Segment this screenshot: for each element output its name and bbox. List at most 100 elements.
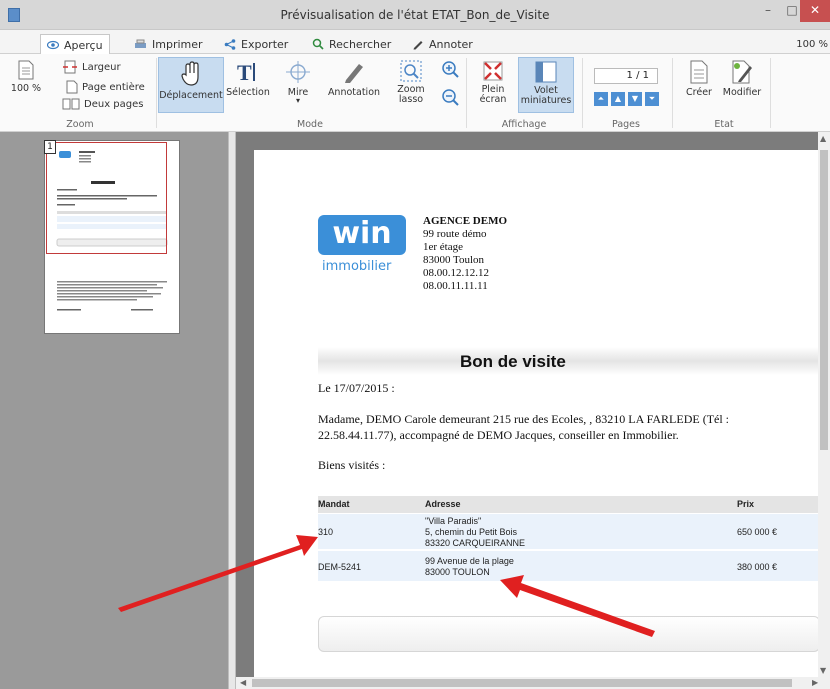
agency-line: 08.00.11.11.11	[423, 280, 488, 292]
page-entiere-button[interactable]: Page entière	[66, 80, 145, 94]
agency-logo: win immobilier	[318, 215, 408, 288]
eye-icon	[47, 40, 59, 50]
tab-apercu[interactable]: Aperçu	[40, 34, 110, 55]
window-title: Prévisualisation de l'état ETAT_Bon_de_V…	[280, 8, 550, 22]
cell-prix: 380 000 €	[737, 562, 778, 572]
zoom-level-label: 100 %	[796, 39, 828, 50]
column-header-adresse: Adresse	[425, 499, 461, 509]
logo-subtext: immobilier	[322, 259, 392, 274]
first-page-icon[interactable]: ⏶	[594, 92, 608, 106]
page-counter-field[interactable]: 1 / 1	[594, 68, 658, 84]
group-label-pages: Pages	[612, 119, 640, 130]
volet-miniatures-button[interactable]: Volet miniatures	[518, 57, 574, 113]
zoom-lasso-button[interactable]: Zoom lasso	[394, 60, 428, 105]
panel-icon	[535, 61, 557, 83]
fullscreen-icon	[483, 61, 503, 81]
search-icon	[312, 38, 324, 50]
title-band	[318, 347, 820, 375]
tab-exporter[interactable]: Exporter	[218, 34, 294, 54]
title-bar: Prévisualisation de l'état ETAT_Bon_de_V…	[0, 0, 830, 30]
cell-mandat: 310	[318, 527, 334, 537]
visible-area-frame	[46, 142, 167, 254]
paragraph-line-2: 22.58.44.11.77), accompagné de DEMO Jacq…	[318, 428, 679, 442]
group-label-zoom: Zoom	[66, 119, 94, 130]
tab-rechercher[interactable]: Rechercher	[306, 34, 397, 54]
logo-text: win	[332, 216, 392, 251]
printer-icon	[135, 39, 146, 48]
agency-address: AGENCE DEMO 99 route démo 1er étage 8300…	[423, 215, 507, 293]
pencil-icon	[345, 64, 363, 83]
svg-text:T: T	[237, 60, 252, 84]
zoom-out-icon	[442, 89, 459, 106]
cell-adresse-line: 99 Avenue de la plage	[425, 556, 514, 566]
fit-width-icon	[63, 60, 77, 74]
agency-line: 08.00.12.12.12	[423, 267, 489, 279]
pane-splitter[interactable]	[228, 132, 236, 689]
last-page-icon[interactable]: ⏷	[645, 92, 659, 106]
footer-box	[318, 616, 820, 652]
agency-line: 99 route démo	[423, 228, 487, 240]
edit-document-icon	[732, 60, 752, 84]
vertical-scrollbar-thumb[interactable]	[820, 150, 828, 450]
group-label-affichage: Affichage	[501, 119, 547, 130]
ribbon-separator	[466, 58, 467, 128]
two-pages-icon	[62, 98, 80, 110]
ribbon-separator	[672, 58, 673, 128]
close-button[interactable]: ✕	[800, 0, 830, 22]
cell-mandat: DEM-5241	[318, 562, 362, 572]
zoom-lasso-icon	[400, 60, 422, 82]
scroll-down-icon[interactable]: ▼	[820, 666, 826, 675]
date-line: Le 17/07/2015 :	[318, 381, 395, 395]
deplacement-button[interactable]: Déplacement	[158, 57, 224, 113]
pen-icon	[413, 41, 423, 50]
ribbon-tabs: Aperçu Imprimer Exporter Rechercher Anno…	[0, 30, 830, 55]
zoom-out-button[interactable]	[440, 88, 460, 109]
column-header-prix: Prix	[737, 499, 755, 509]
mire-button[interactable]: Mire ▾	[278, 60, 318, 105]
thumbnail-page-number: 1	[44, 140, 56, 154]
group-label-etat: Etat	[714, 119, 734, 130]
cell-adresse-line: 83000 TOULON	[425, 567, 490, 577]
annotation-button[interactable]: Annotation	[326, 60, 382, 98]
paragraph-line-1: Madame, DEMO Carole demeurant 215 rue de…	[318, 412, 730, 426]
ribbon-separator	[582, 58, 583, 128]
page-icon	[18, 60, 34, 80]
cell-adresse-line: 5, chemin du Petit Bois	[425, 527, 518, 537]
column-header-mandat: Mandat	[318, 499, 350, 509]
tab-annoter[interactable]: Annoter	[406, 34, 479, 54]
tab-label: Rechercher	[329, 37, 392, 51]
scroll-up-icon[interactable]: ▲	[820, 134, 826, 143]
zoom-percent-label: 100 %	[10, 83, 42, 94]
selection-button[interactable]: T Sélection	[226, 60, 270, 98]
page-nav-buttons: ⏶ ▲ ▼ ⏷	[594, 92, 659, 106]
modifier-button[interactable]: Modifier	[722, 60, 762, 98]
share-icon	[224, 38, 236, 50]
largeur-button[interactable]: Largeur	[62, 60, 121, 74]
ribbon-separator	[156, 58, 157, 128]
tab-label: Annoter	[429, 37, 473, 51]
horizontal-scrollbar-thumb[interactable]	[252, 679, 792, 687]
agency-line: 83000 Toulon	[423, 254, 485, 266]
tab-label: Aperçu	[64, 38, 103, 52]
scroll-left-icon[interactable]: ◀	[240, 678, 246, 687]
chevron-down-icon: ▾	[295, 96, 300, 105]
biens-visites-label: Biens visités :	[318, 458, 386, 472]
zoom-100-button[interactable]: 100 %	[6, 60, 46, 94]
tab-imprimer[interactable]: Imprimer	[128, 34, 209, 54]
text-select-icon: T	[237, 60, 255, 84]
next-page-icon[interactable]: ▼	[628, 92, 642, 106]
plein-ecran-button[interactable]: Plein écran	[472, 60, 514, 105]
cell-adresse-line: 83320 CARQUEIRANNE	[425, 538, 526, 548]
creer-button[interactable]: Créer	[684, 60, 714, 98]
previous-page-icon[interactable]: ▲	[611, 92, 625, 106]
zoom-in-button[interactable]	[440, 60, 460, 81]
new-document-icon	[690, 60, 708, 84]
cell-adresse-line: "Villa Paradis"	[425, 516, 482, 526]
agency-line: 1er étage	[423, 241, 463, 253]
deux-pages-button[interactable]: Deux pages	[62, 98, 143, 110]
document-title: Bon de visite	[460, 352, 566, 371]
scroll-right-icon[interactable]: ▶	[812, 678, 818, 687]
tab-label: Exporter	[241, 37, 289, 51]
full-page-icon	[66, 80, 78, 94]
minimize-button[interactable]: –	[756, 0, 780, 22]
